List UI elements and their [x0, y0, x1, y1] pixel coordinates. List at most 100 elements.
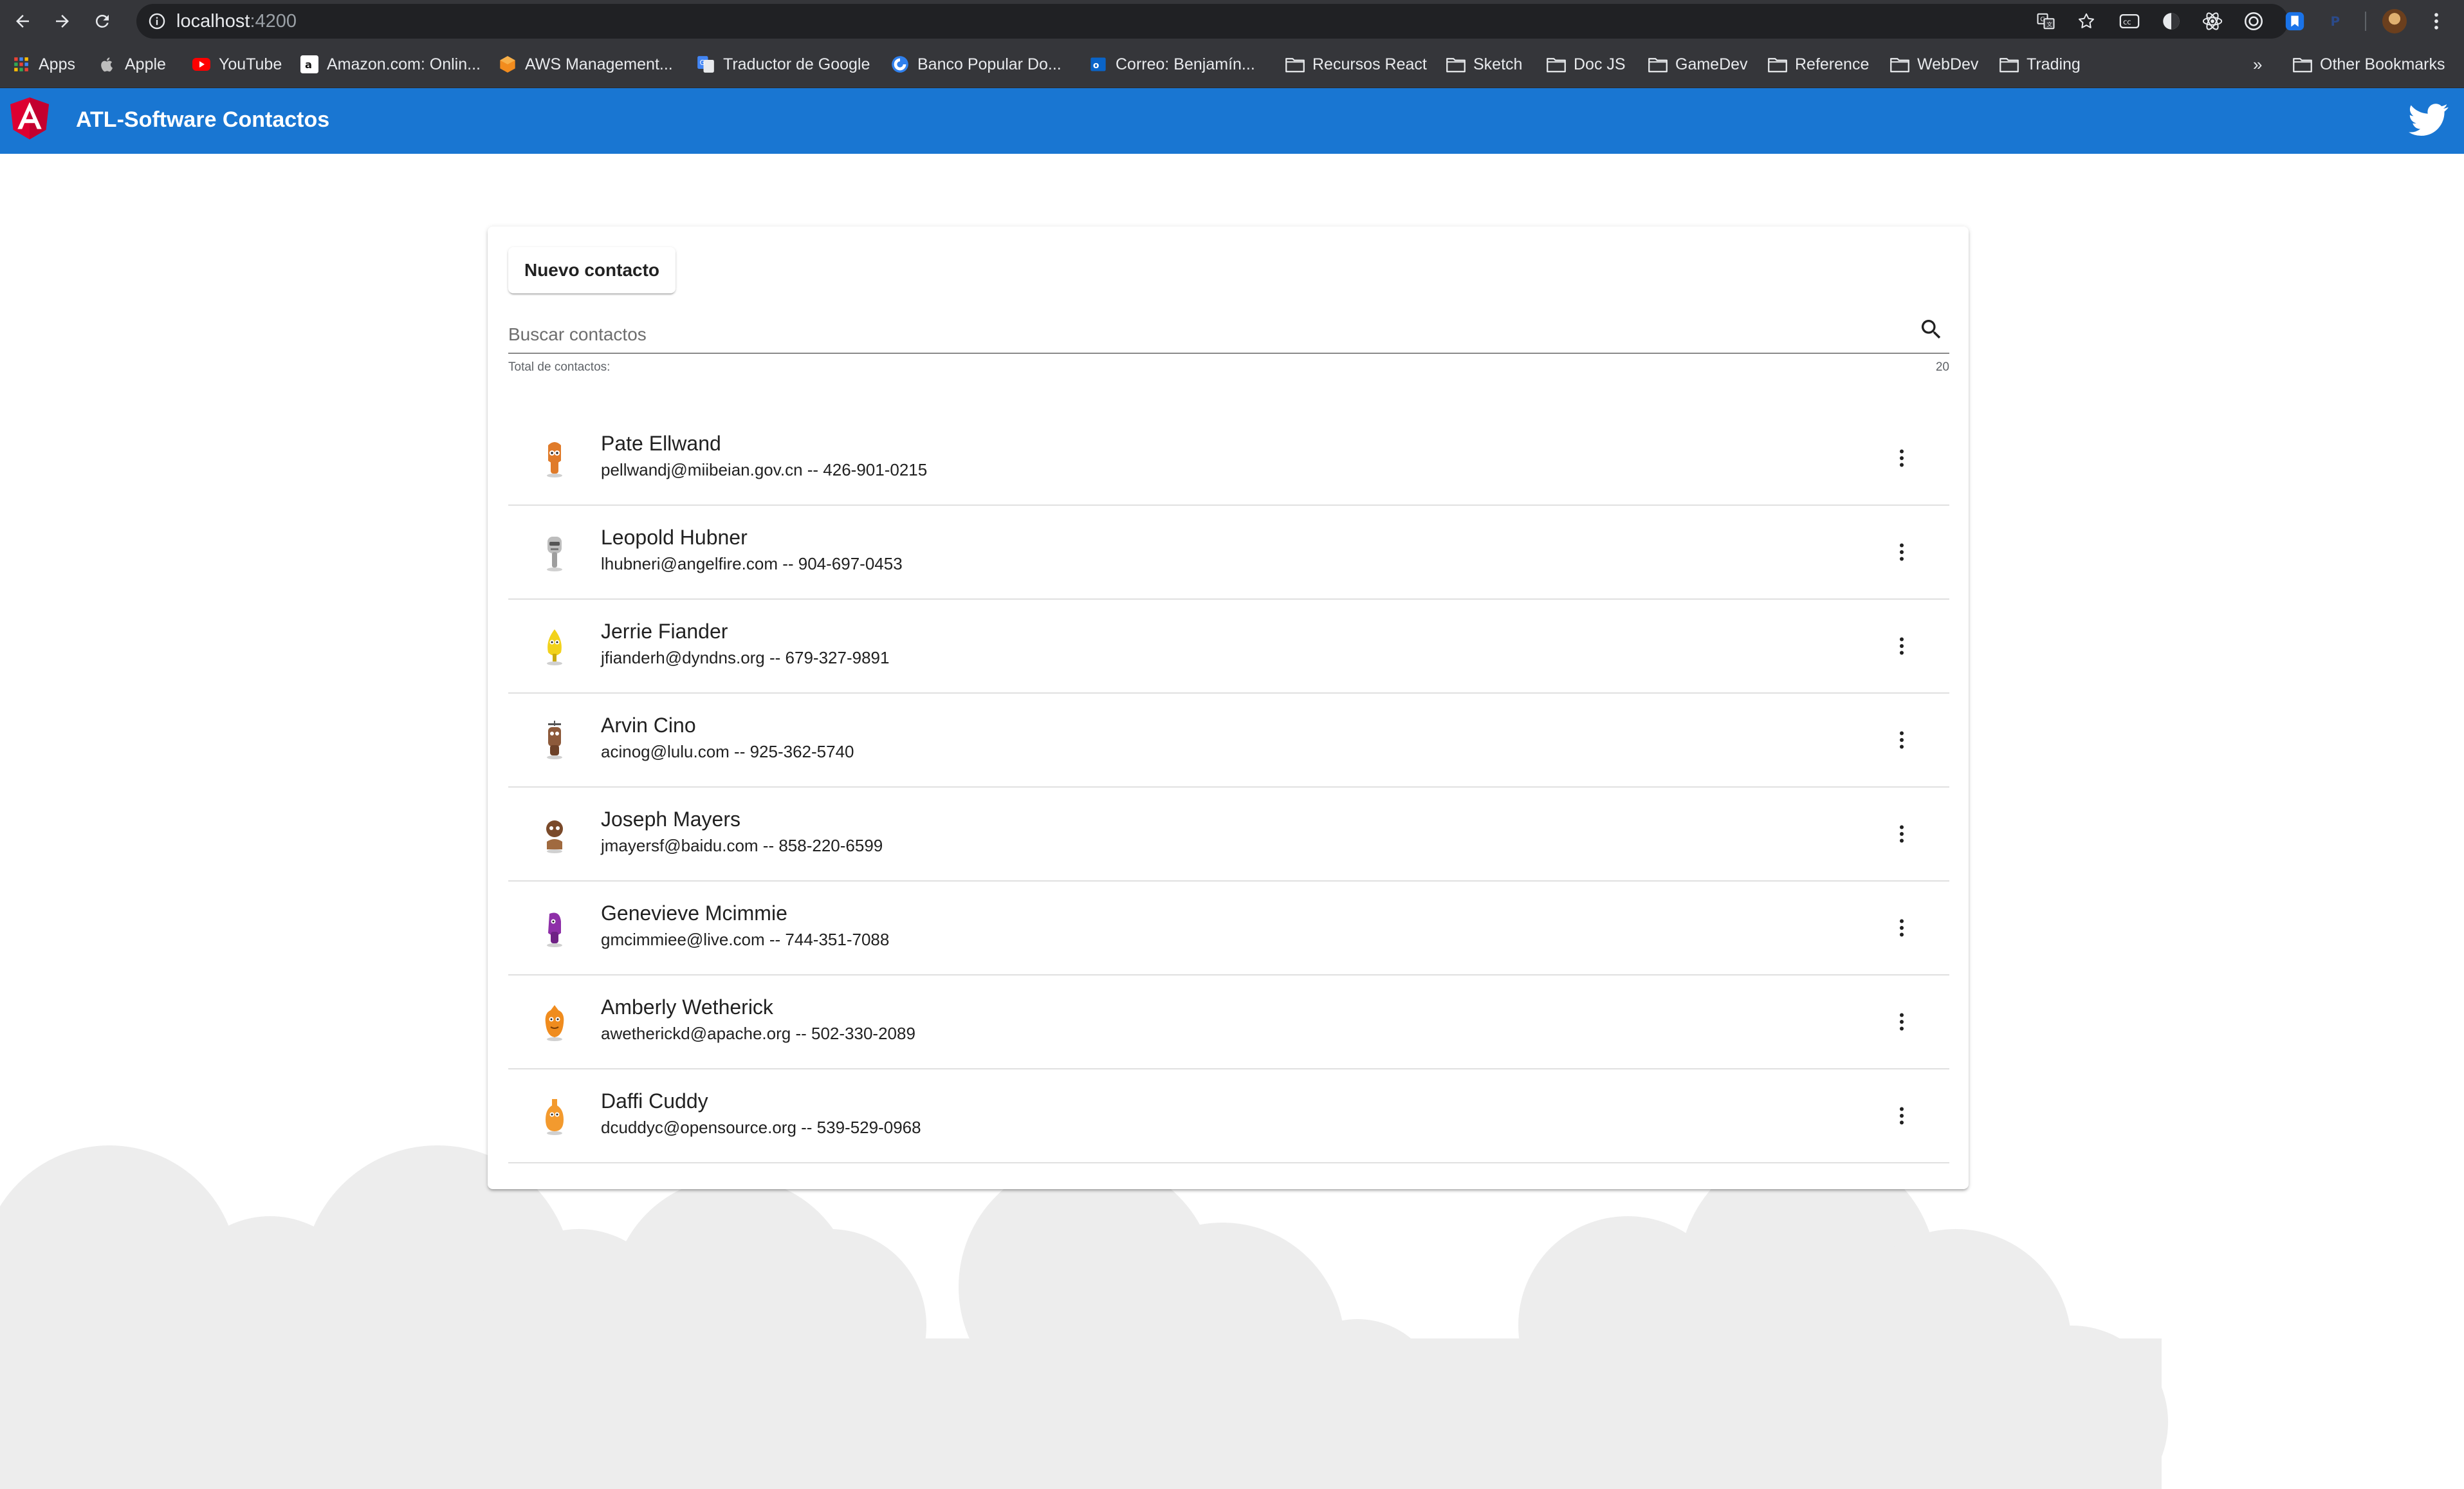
folder-icon: [1285, 55, 1305, 74]
bookmarks-bar: Apps Apple YouTube a Amazon.com: Onlin..…: [0, 42, 2464, 88]
more-vert-icon: [1900, 637, 1904, 655]
bookmark-label: AWS Management...: [525, 55, 673, 73]
bookmark-label: GameDev: [1675, 55, 1748, 73]
folder-icon: [1547, 55, 1566, 74]
contact-details: acinog@lulu.com -- 925-362-5740: [601, 742, 854, 761]
apple-icon: [98, 55, 117, 74]
contact-row[interactable]: Pate Ellwand pellwandj@miibeian.gov.cn -…: [508, 412, 1949, 506]
folder-icon: [1768, 55, 1787, 74]
search-icon[interactable]: [1918, 317, 1944, 342]
contact-menu-button[interactable]: [1884, 1098, 1920, 1134]
folder-icon: [2293, 55, 2312, 74]
contact-row[interactable]: Amberly Wetherick awetherickd@apache.org…: [508, 976, 1949, 1069]
forward-button[interactable]: [48, 6, 77, 36]
bookmark-apps[interactable]: Apps: [12, 53, 75, 76]
contact-row[interactable]: Joseph Mayers jmayersf@baidu.com -- 858-…: [508, 788, 1949, 882]
bookmark-apple[interactable]: Apple: [98, 53, 166, 76]
bookmark-google-translate[interactable]: G Traductor de Google: [696, 53, 870, 76]
bookmark-folder-webdev[interactable]: WebDev: [1890, 53, 1978, 76]
contact-name: Daffi Cuddy: [601, 1089, 708, 1113]
google-translate-icon: G: [696, 55, 715, 74]
angular-logo-icon: [10, 97, 49, 140]
contact-menu-button[interactable]: [1884, 628, 1920, 664]
more-vert-icon: [1900, 919, 1904, 937]
translate-icon[interactable]: G文: [2036, 12, 2055, 31]
contact-menu-button[interactable]: [1884, 816, 1920, 852]
back-button[interactable]: [8, 6, 37, 36]
address-bar[interactable]: localhost:4200 G文: [136, 4, 2288, 39]
contact-row[interactable]: Leopold Hubner lhubneri@angelfire.com --…: [508, 506, 1949, 600]
bookmark-youtube[interactable]: YouTube: [192, 53, 282, 76]
contact-name: Jerrie Fiander: [601, 620, 728, 643]
svg-text:a: a: [305, 59, 312, 71]
kebab-menu-icon[interactable]: [2425, 10, 2447, 32]
bookmark-label: Apple: [125, 55, 166, 73]
profile-avatar[interactable]: [2382, 9, 2407, 33]
bank-icon: [890, 55, 910, 74]
new-contact-button[interactable]: Nuevo contacto: [508, 247, 676, 293]
contact-list: Pate Ellwand pellwandj@miibeian.gov.cn -…: [508, 412, 1949, 1163]
bookmark-label: Doc JS: [1574, 55, 1626, 73]
contact-details: jfianderh@dyndns.org -- 679-327-9891: [601, 648, 890, 667]
info-icon[interactable]: [148, 12, 166, 30]
outlook-icon: o: [1089, 55, 1108, 74]
bookmarks-overflow-button[interactable]: »: [2253, 53, 2262, 76]
extension-bookmark-icon[interactable]: [2284, 10, 2306, 32]
bookmark-label: Correo: Benjamín...: [1116, 55, 1255, 73]
star-icon[interactable]: [2077, 12, 2096, 31]
bookmark-aws[interactable]: AWS Management...: [498, 53, 673, 76]
more-vert-icon: [1900, 1107, 1904, 1125]
url-text[interactable]: localhost:4200: [176, 11, 297, 32]
contact-menu-button[interactable]: [1884, 910, 1920, 946]
contact-menu-button[interactable]: [1884, 440, 1920, 476]
bookmark-amazon[interactable]: a Amazon.com: Onlin...: [300, 53, 481, 76]
contact-menu-button[interactable]: [1884, 534, 1920, 570]
contact-avatar-icon: [547, 721, 562, 759]
extension-dark-reader-icon[interactable]: [2160, 10, 2182, 32]
bookmark-folder-sketch[interactable]: Sketch: [1446, 53, 1522, 76]
bookmark-correo[interactable]: o Correo: Benjamín...: [1089, 53, 1255, 76]
app-toolbar: ATL-Software Contactos: [0, 88, 2464, 154]
search-input[interactable]: [508, 322, 1898, 347]
contact-row[interactable]: Genevieve Mcimmie gmcimmiee@live.com -- …: [508, 882, 1949, 976]
bookmark-folder-gamedev[interactable]: GameDev: [1648, 53, 1748, 76]
bookmark-banco-popular[interactable]: Banco Popular Do...: [890, 53, 1062, 76]
contact-menu-button[interactable]: [1884, 1004, 1920, 1040]
contact-row[interactable]: Jerrie Fiander jfianderh@dyndns.org -- 6…: [508, 600, 1949, 694]
bookmark-label: Reference: [1795, 55, 1870, 73]
bookmark-label: WebDev: [1917, 55, 1979, 73]
reload-button[interactable]: [87, 6, 117, 36]
contact-details: gmcimmiee@live.com -- 744-351-7088: [601, 930, 890, 949]
bookmark-other-bookmarks[interactable]: Other Bookmarks: [2293, 53, 2445, 76]
contact-details: dcuddyc@opensource.org -- 539-529-0968: [601, 1118, 921, 1137]
bookmark-label: Other Bookmarks: [2320, 55, 2445, 73]
contact-row[interactable]: Arvin Cino acinog@lulu.com -- 925-362-57…: [508, 694, 1949, 788]
bookmark-folder-doc-js[interactable]: Doc JS: [1547, 53, 1626, 76]
bookmark-label: Amazon.com: Onlin...: [327, 55, 481, 73]
extension-paypal-icon[interactable]: P: [2325, 10, 2347, 32]
bookmark-folder-trading[interactable]: Trading: [2000, 53, 2081, 76]
extension-target-icon[interactable]: [2243, 10, 2265, 32]
more-vert-icon: [1900, 731, 1904, 749]
bookmark-label: Trading: [2027, 55, 2081, 73]
twitter-icon[interactable]: [2409, 100, 2449, 140]
bookmark-label: YouTube: [219, 55, 282, 73]
contact-avatar-icon: [547, 537, 562, 571]
contact-menu-button[interactable]: [1884, 722, 1920, 758]
forward-arrow-icon: [56, 15, 69, 28]
bookmark-folder-reference[interactable]: Reference: [1768, 53, 1869, 76]
contact-avatar-icon: [546, 1099, 564, 1135]
contact-details: awetherickd@apache.org -- 502-330-2089: [601, 1024, 915, 1043]
contact-avatar-icon: [546, 820, 563, 853]
search-field: [508, 310, 1949, 354]
extension-react-icon[interactable]: [2202, 10, 2223, 32]
apps-grid-icon: [12, 55, 31, 74]
bookmark-label: Banco Popular Do...: [917, 55, 1062, 73]
contact-name: Amberly Wetherick: [601, 995, 773, 1019]
extension-cc-icon[interactable]: cc: [2119, 10, 2140, 32]
contact-row[interactable]: Daffi Cuddy dcuddyc@opensource.org -- 53…: [508, 1069, 1949, 1163]
youtube-icon: [192, 55, 211, 74]
contact-name: Leopold Hubner: [601, 526, 748, 549]
more-vert-icon: [1900, 449, 1904, 467]
bookmark-folder-recursos-react[interactable]: Recursos React: [1285, 53, 1427, 76]
